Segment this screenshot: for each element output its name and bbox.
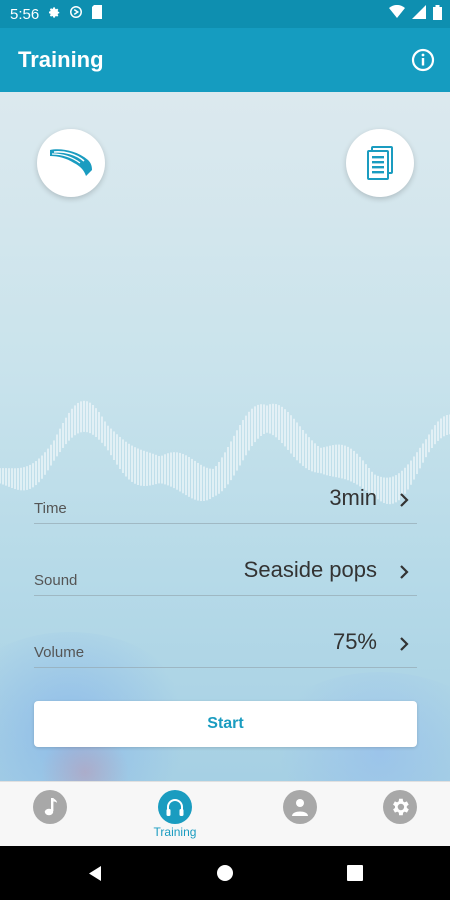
sound-setting-row[interactable]: Sound Seaside pops [34,551,417,596]
nav-item-profile[interactable] [270,790,330,824]
sync-notification-icon [69,5,83,23]
time-setting-row[interactable]: Time 3min [34,479,417,524]
training-content: Time 3min Sound Seaside pops Volume 75% … [0,92,450,781]
headphones-icon [166,799,184,816]
time-value: 3min [329,485,377,510]
page-title: Training [18,47,104,72]
battery-icon [433,4,442,24]
nav-icon-background-active [158,790,192,824]
time-label: Time [34,500,67,517]
nav-icon-background [383,790,417,824]
signal-icon [412,5,426,23]
start-button[interactable]: Start [34,701,417,747]
nav-icon-background [33,790,67,824]
system-navigation-bar [0,846,450,900]
settings-notification-icon [47,5,61,23]
chevron-right-icon [400,565,409,579]
document-list-icon [367,146,393,180]
hearing-device-icon [50,149,92,176]
status-time: 5:56 [10,5,40,23]
info-button[interactable] [410,47,436,73]
person-icon [292,799,308,816]
volume-value: 75% [332,629,377,654]
volume-setting-row[interactable]: Volume 75% [34,623,417,668]
nav-label-training: Training [153,825,197,839]
gear-icon [393,798,409,816]
sound-value: Seaside pops [243,557,377,582]
app-bar: Training [0,28,450,92]
wifi-icon [389,4,405,23]
home-icon[interactable] [216,864,234,882]
nav-icon-background [283,790,317,824]
device-button[interactable] [37,129,105,197]
nav-item-training[interactable]: Training [145,790,205,839]
music-note-icon [44,798,57,816]
nav-item-music[interactable] [20,790,80,824]
nav-item-settings[interactable] [370,790,430,824]
status-bar: 5:56 [0,0,450,28]
bottom-navigation: Training [0,781,450,847]
chevron-right-icon [400,637,409,651]
sound-label: Sound [34,572,78,589]
volume-label: Volume [34,644,85,661]
chevron-right-icon [400,493,409,507]
back-icon[interactable] [87,865,103,882]
info-icon [411,48,435,72]
recents-icon[interactable] [347,865,363,881]
history-button[interactable] [346,129,414,197]
sd-card-icon [91,5,103,23]
